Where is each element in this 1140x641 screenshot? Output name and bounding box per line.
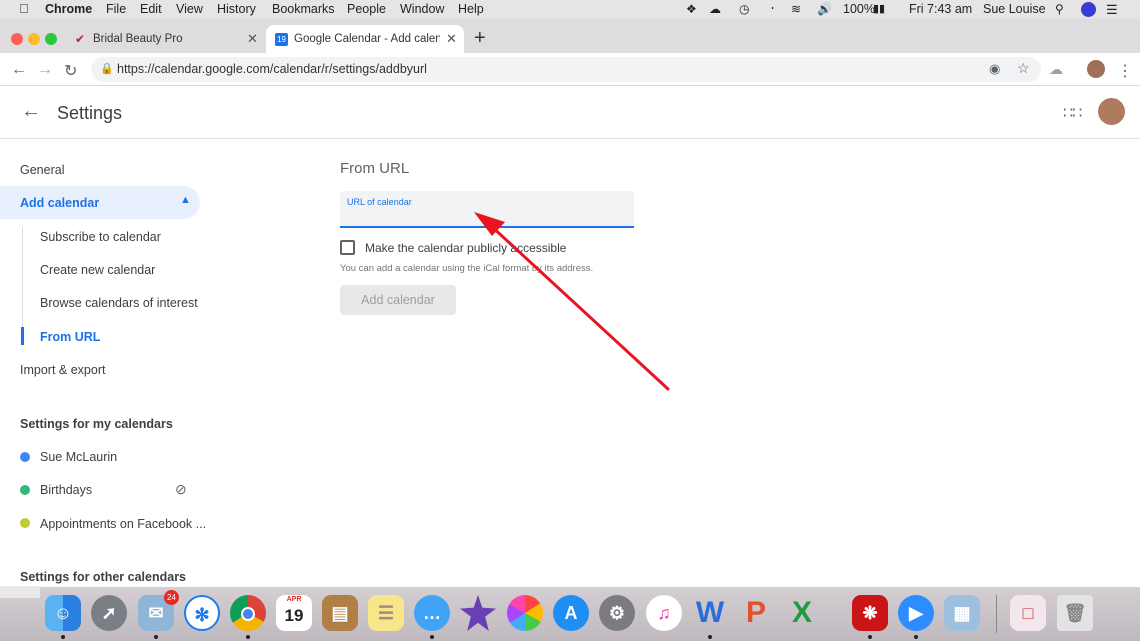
zoom-icon[interactable]: ▶ bbox=[898, 595, 934, 631]
trash-icon[interactable]: 🗑 bbox=[1057, 595, 1093, 631]
dock-edge bbox=[0, 586, 40, 598]
running-indicator bbox=[246, 635, 250, 639]
launchpad-icon[interactable]: ➚ bbox=[91, 595, 127, 631]
word-icon[interactable]: W bbox=[692, 595, 728, 631]
excel-icon[interactable]: X bbox=[784, 595, 820, 631]
acrobat-icon[interactable]: ❋ bbox=[852, 595, 888, 631]
itunes-icon[interactable]: ♫ bbox=[646, 595, 682, 631]
chrome-icon[interactable] bbox=[230, 595, 266, 631]
powerpoint-icon[interactable]: P bbox=[738, 595, 774, 631]
arrow-head bbox=[474, 212, 505, 236]
arrow-shaft bbox=[488, 223, 670, 391]
running-indicator bbox=[154, 635, 158, 639]
running-indicator bbox=[430, 635, 434, 639]
system-preferences-icon[interactable]: ⚙ bbox=[599, 595, 635, 631]
photos-icon[interactable] bbox=[507, 595, 543, 631]
running-indicator bbox=[868, 635, 872, 639]
mail-badge: 24 bbox=[164, 590, 179, 605]
notes-icon[interactable]: ☰ bbox=[368, 595, 404, 631]
calendar-day: 19 bbox=[284, 606, 304, 625]
running-indicator bbox=[914, 635, 918, 639]
running-indicator bbox=[61, 635, 65, 639]
safari-icon[interactable]: ✻ bbox=[184, 595, 220, 631]
mac-dock: ☺ ➚ ✉ 24 ✻ APR 19 ▤ ☰ … A ⚙ ♫ W P X ❋ ▶ … bbox=[0, 586, 1140, 641]
preview-icon[interactable]: ▦ bbox=[944, 595, 980, 631]
app-store-icon[interactable]: A bbox=[553, 595, 589, 631]
screenshot-file-icon[interactable]: □ bbox=[1010, 595, 1046, 631]
messages-icon[interactable]: … bbox=[414, 595, 450, 631]
finder-icon[interactable]: ☺ bbox=[45, 595, 81, 631]
calendar-app-icon[interactable]: APR 19 bbox=[276, 595, 312, 631]
contacts-book-icon[interactable]: ▤ bbox=[322, 595, 358, 631]
running-indicator bbox=[708, 635, 712, 639]
red-arrow-annotation bbox=[474, 212, 670, 391]
dock-separator bbox=[996, 595, 997, 633]
calendar-month: APR bbox=[286, 596, 302, 603]
